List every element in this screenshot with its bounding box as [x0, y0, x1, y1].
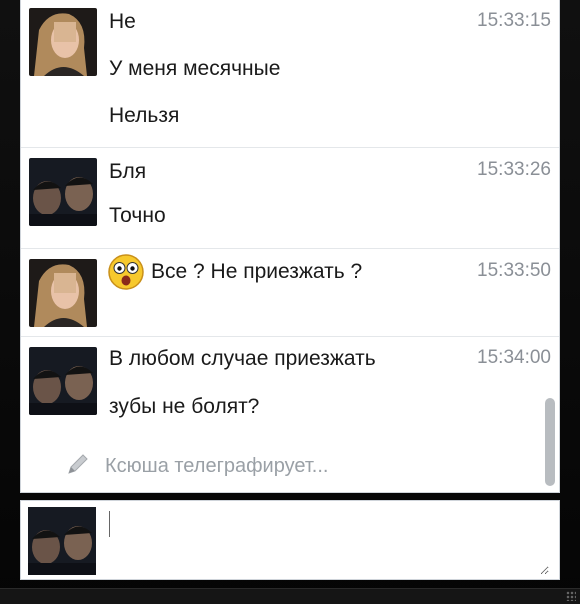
message-group: Все ? Не приезжать ? 15:33:50 — [21, 249, 559, 337]
window-bottom-bar — [0, 588, 580, 604]
typing-indicator: Ксюша телеграфирует... — [65, 452, 328, 480]
message-group: В любом случае приезжать зубы не болят? … — [21, 337, 559, 437]
pencil-icon — [65, 451, 91, 482]
chat-window: Не У меня месячные Нельзя 15:33:15 Бля Т… — [0, 0, 580, 604]
message-timestamp: 15:34:00 — [477, 347, 551, 368]
message-timestamp: 15:33:15 — [477, 10, 551, 31]
message-timestamp: 15:33:50 — [477, 260, 551, 281]
message-history[interactable]: Не У меня месячные Нельзя 15:33:15 Бля Т… — [20, 0, 560, 493]
message-timestamp: 15:33:26 — [477, 159, 551, 180]
message-composer — [20, 500, 560, 580]
male-pair-avatar[interactable] — [29, 158, 97, 226]
message-group: Бля Точно 15:33:26 — [21, 148, 559, 249]
message-text: Все ? Не приезжать ? — [151, 260, 363, 283]
message-text: зубы не болят? — [109, 395, 260, 418]
typing-indicator-text: Ксюша телеграфирует... — [105, 454, 329, 477]
female-avatar[interactable] — [29, 8, 97, 76]
resize-grip-icon[interactable] — [566, 591, 576, 601]
surprised-smiley-icon — [107, 253, 145, 291]
message-text: В любом случае приезжать — [109, 347, 376, 370]
text-cursor — [109, 511, 110, 537]
message-text: Бля — [109, 160, 147, 183]
scrollbar-thumb[interactable] — [545, 398, 555, 486]
message-input[interactable] — [105, 509, 549, 575]
message-text: Нельзя — [109, 104, 180, 127]
message-group: Не У меня месячные Нельзя 15:33:15 — [21, 0, 559, 148]
female-avatar[interactable] — [29, 259, 97, 327]
male-pair-avatar[interactable] — [28, 507, 96, 575]
male-pair-avatar[interactable] — [29, 347, 97, 415]
message-text: У меня месячные — [109, 57, 281, 80]
message-text: Не — [109, 10, 136, 33]
message-text: Точно — [109, 204, 166, 227]
